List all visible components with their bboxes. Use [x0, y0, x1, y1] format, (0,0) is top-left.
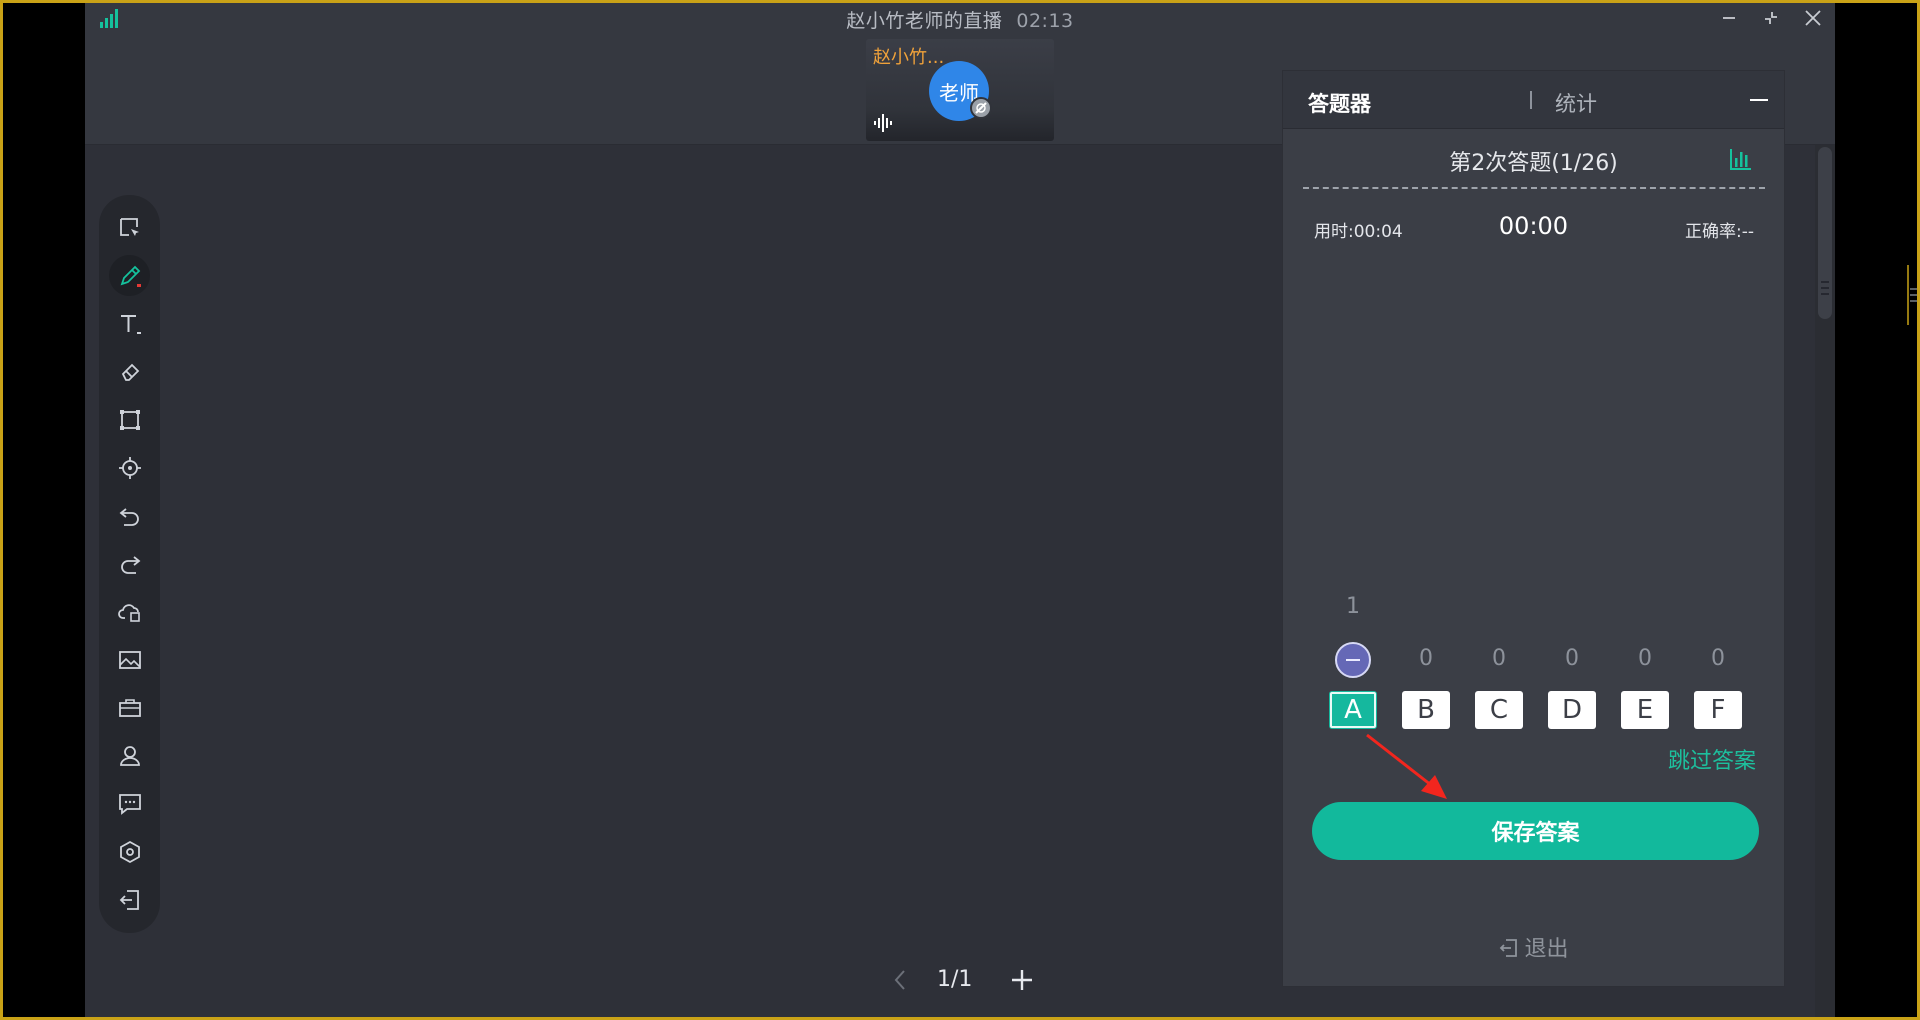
panel-minimize-button[interactable] — [1748, 89, 1770, 111]
cloud-file-icon — [117, 603, 140, 622]
undo-tool[interactable] — [109, 495, 150, 536]
redo-icon — [120, 555, 140, 574]
tab-statistics[interactable]: 统计 — [1555, 88, 1597, 118]
prev-page-button[interactable] — [885, 965, 915, 995]
restore-icon — [1765, 12, 1777, 24]
video-name: 赵小竹... — [873, 47, 945, 68]
whiteboard-toolbar — [99, 195, 160, 933]
bar-chart-icon[interactable] — [1728, 146, 1754, 172]
crosshair-icon — [118, 456, 141, 479]
window-title: 赵小竹老师的直播 02:13 — [85, 6, 1835, 33]
tab-divider — [1530, 91, 1532, 109]
eraser-tool[interactable] — [109, 351, 150, 392]
cloud-files-tool[interactable] — [109, 591, 150, 632]
live-classroom-app: 赵小竹老师的直播 02:13 赵小竹... 老师 1/1 答题器 统计 第2次答… — [85, 0, 1835, 1020]
plus-icon — [1012, 970, 1032, 990]
toolbox-tool[interactable] — [109, 687, 150, 728]
chat-tool[interactable] — [109, 783, 150, 824]
close-icon — [1805, 10, 1821, 26]
text-tool[interactable] — [109, 303, 150, 344]
settings-tool[interactable] — [109, 831, 150, 872]
option-d-button[interactable]: D — [1548, 691, 1596, 729]
close-button[interactable] — [1799, 6, 1827, 30]
minus-icon — [1750, 99, 1768, 101]
option-b-button[interactable]: B — [1402, 691, 1450, 729]
roster-tool[interactable] — [109, 735, 150, 776]
option-f-count: 0 — [1711, 646, 1725, 671]
option-b-count: 0 — [1419, 646, 1433, 671]
elapsed-time: 02:13 — [1016, 10, 1074, 32]
vertical-scrollbar[interactable] — [1815, 145, 1835, 1020]
pen-icon — [120, 265, 141, 287]
settings-icon — [119, 840, 140, 863]
laser-pointer-tool[interactable] — [109, 447, 150, 488]
toolbox-icon — [118, 698, 141, 717]
teacher-video-tile[interactable]: 赵小竹... 老师 — [866, 39, 1054, 141]
restore-button[interactable] — [1757, 6, 1785, 30]
question-title: 第2次答题(1/26) — [1449, 151, 1618, 176]
exit-label: 退出 — [1524, 937, 1569, 962]
camera-off-icon — [970, 97, 992, 119]
option-a-marker — [1335, 642, 1371, 678]
shape-tool[interactable] — [109, 399, 150, 440]
accuracy-rate: 正确率:-- — [1685, 222, 1754, 242]
minimize-icon — [1723, 17, 1735, 19]
select-tool[interactable] — [109, 207, 150, 248]
image-icon — [118, 650, 141, 669]
add-page-button[interactable] — [1007, 965, 1037, 995]
option-e-count: 0 — [1638, 646, 1652, 671]
save-answer-button[interactable]: 保存答案 — [1312, 802, 1759, 860]
text-icon — [120, 314, 141, 334]
audio-level-icon — [874, 114, 892, 132]
undo-icon — [119, 507, 139, 526]
option-a-count: 1 — [1346, 594, 1360, 619]
option-d-count: 0 — [1565, 646, 1579, 671]
tab-answerer[interactable]: 答题器 — [1308, 88, 1371, 118]
answer-panel: 答题器 统计 第2次答题(1/26) 用时:00:04 00:00 正确率:--… — [1282, 70, 1785, 987]
rectangle-icon — [119, 409, 140, 430]
red-arrow-annotation — [1366, 733, 1447, 799]
option-e-button[interactable]: E — [1621, 691, 1669, 729]
eraser-icon — [121, 363, 139, 381]
option-a-button[interactable]: A — [1329, 691, 1377, 729]
live-title: 赵小竹老师的直播 — [846, 10, 1003, 32]
option-c-count: 0 — [1492, 646, 1506, 671]
page-navigator: 1/1 — [885, 965, 1085, 995]
pen-tool[interactable] — [109, 255, 150, 296]
exit-tool[interactable] — [109, 879, 150, 920]
dashed-divider — [1303, 187, 1765, 189]
page-indicator: 1/1 — [937, 967, 973, 992]
user-icon — [119, 745, 140, 766]
exit-answer-button[interactable]: 退出 — [1283, 931, 1784, 963]
option-f-button[interactable]: F — [1694, 691, 1742, 729]
image-tool[interactable] — [109, 639, 150, 680]
exit-icon — [1500, 939, 1518, 957]
chevron-left-icon — [894, 970, 905, 990]
redo-tool[interactable] — [109, 543, 150, 584]
cursor-select-icon — [119, 217, 139, 236]
skip-answer-link[interactable]: 跳过答案 — [1668, 743, 1756, 775]
option-c-button[interactable]: C — [1475, 691, 1523, 729]
minimize-button[interactable] — [1715, 6, 1743, 30]
chat-icon — [118, 793, 141, 815]
scrollbar-thumb[interactable] — [1818, 147, 1832, 319]
edge-grip-icon — [1907, 265, 1918, 325]
answer-panel-header: 答题器 统计 — [1283, 71, 1784, 129]
exit-icon — [119, 889, 139, 910]
